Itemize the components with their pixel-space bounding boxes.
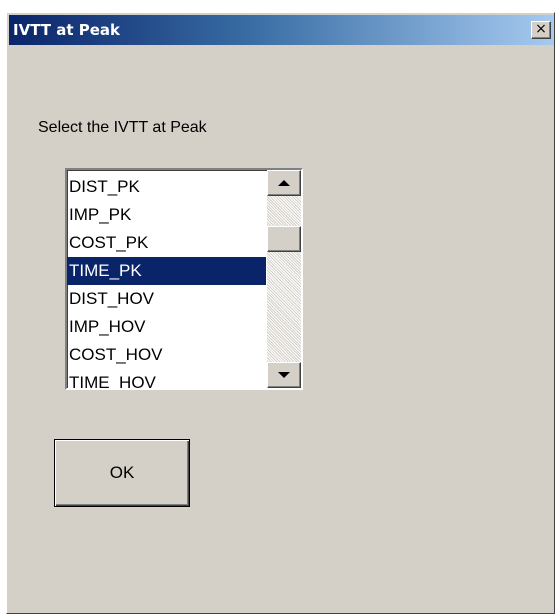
list-item[interactable]: DIST_PK <box>67 173 266 201</box>
list-item[interactable]: TIME_HOV <box>67 369 266 388</box>
dialog-window: IVTT at Peak × Select the IVTT at Peak D… <box>6 12 555 614</box>
list-items: DIST_PK IMP_PK COST_PK TIME_PK DIST_HOV … <box>67 173 266 388</box>
list-item[interactable]: IMP_HOV <box>67 313 266 341</box>
scroll-up-button[interactable] <box>267 170 301 196</box>
list-item[interactable]: IMP_PK <box>67 201 266 229</box>
arrow-up-icon <box>278 180 290 186</box>
prompt-label: Select the IVTT at Peak <box>38 119 207 136</box>
ok-button[interactable]: OK <box>54 439 190 507</box>
list-item-selected[interactable]: TIME_PK <box>67 257 266 285</box>
close-button[interactable]: × <box>531 21 551 39</box>
window-title: IVTT at Peak <box>13 21 120 39</box>
list-item[interactable]: DIST_HOV <box>67 285 266 313</box>
list-item[interactable]: COST_PK <box>67 229 266 257</box>
ivtt-listbox[interactable]: DIST_PK IMP_PK COST_PK TIME_PK DIST_HOV … <box>65 168 303 390</box>
close-icon: × <box>535 21 547 37</box>
scroll-down-button[interactable] <box>267 362 301 388</box>
vertical-scrollbar[interactable] <box>267 170 301 388</box>
arrow-down-icon <box>278 372 290 378</box>
scrollbar-thumb[interactable] <box>267 226 301 252</box>
title-bar[interactable]: IVTT at Peak × <box>9 15 554 45</box>
list-item[interactable]: COST_HOV <box>67 341 266 369</box>
